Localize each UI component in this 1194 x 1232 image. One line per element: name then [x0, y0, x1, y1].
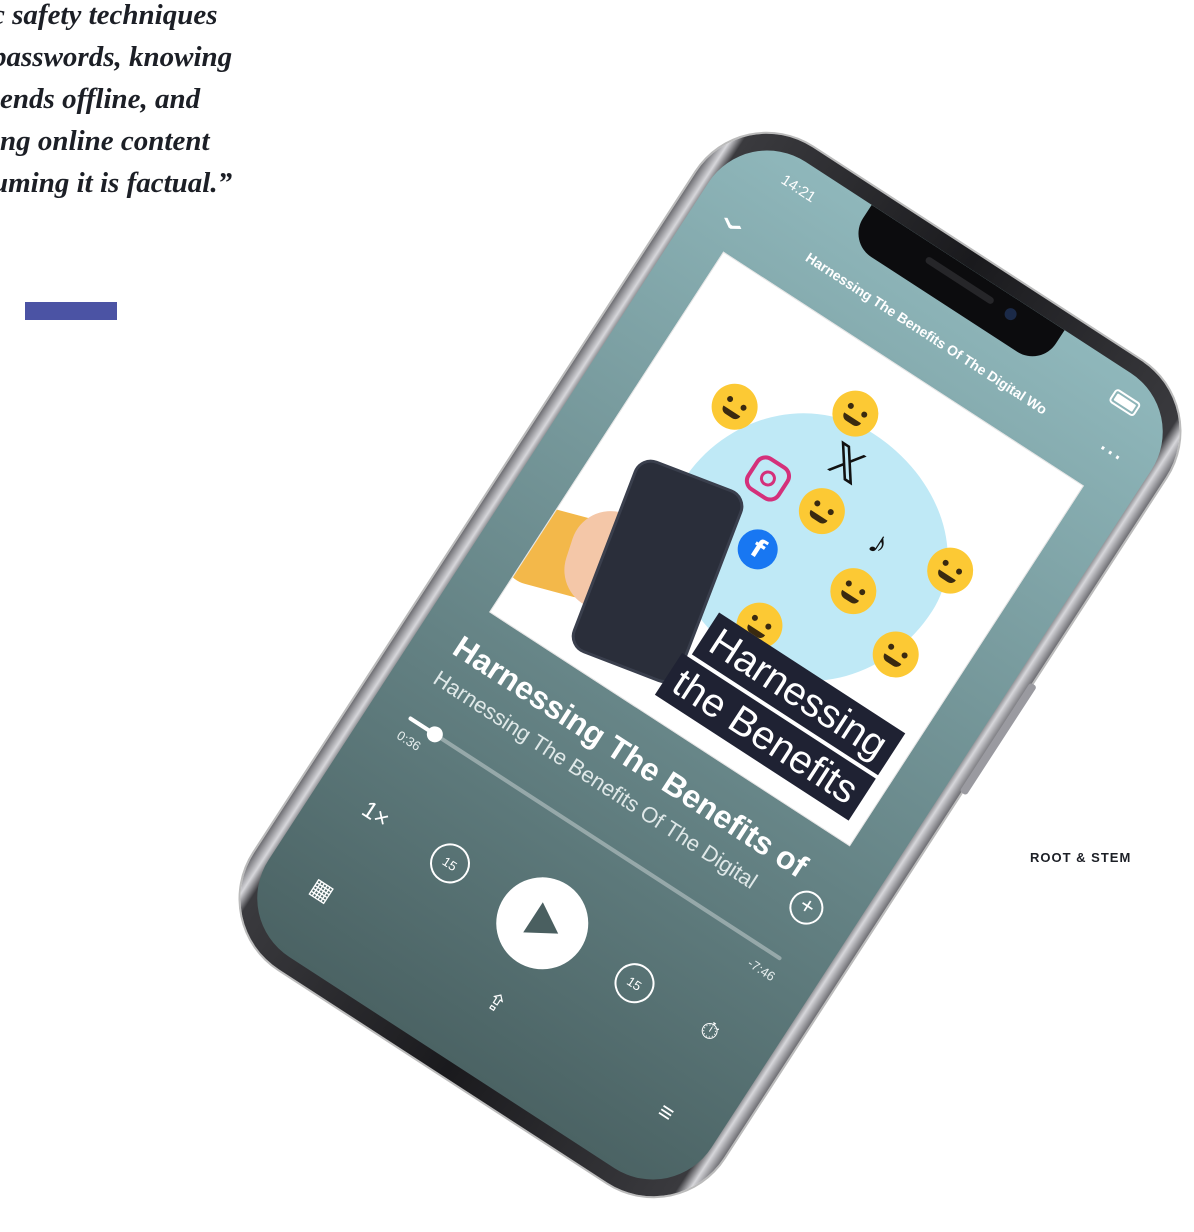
status-time: 14:21	[778, 171, 819, 207]
play-button[interactable]	[478, 859, 606, 987]
front-camera	[1002, 305, 1019, 323]
forward-15-button[interactable]: 15	[606, 955, 663, 1011]
remaining-time: -7:46	[745, 955, 779, 985]
speed-button[interactable]: 1×	[347, 790, 404, 841]
brand-label: ROOT & STEM	[1030, 850, 1132, 865]
quote-text: c safety techniques passwords, knowing i…	[0, 0, 233, 199]
queue-icon[interactable]: ≡	[652, 1098, 679, 1130]
accent-bar	[25, 302, 117, 320]
devices-icon[interactable]: ▦	[304, 872, 339, 909]
battery-icon	[1107, 387, 1142, 418]
rewind-15-button[interactable]: 15	[422, 835, 478, 892]
more-options-icon[interactable]: ⋯	[1091, 432, 1131, 473]
play-icon	[523, 902, 568, 949]
share-icon[interactable]: ⇪	[479, 986, 512, 1021]
phone-mockup: 14:21 ⌄ Harnessing The Benefits Of The D…	[208, 101, 1194, 1229]
phone-screen: 14:21 ⌄ Harnessing The Benefits Of The D…	[230, 123, 1190, 1207]
elapsed-time: 0:36	[394, 727, 424, 754]
chevron-down-icon[interactable]: ⌄	[708, 195, 761, 246]
sleep-timer-icon[interactable]: ⏱	[681, 1006, 738, 1057]
